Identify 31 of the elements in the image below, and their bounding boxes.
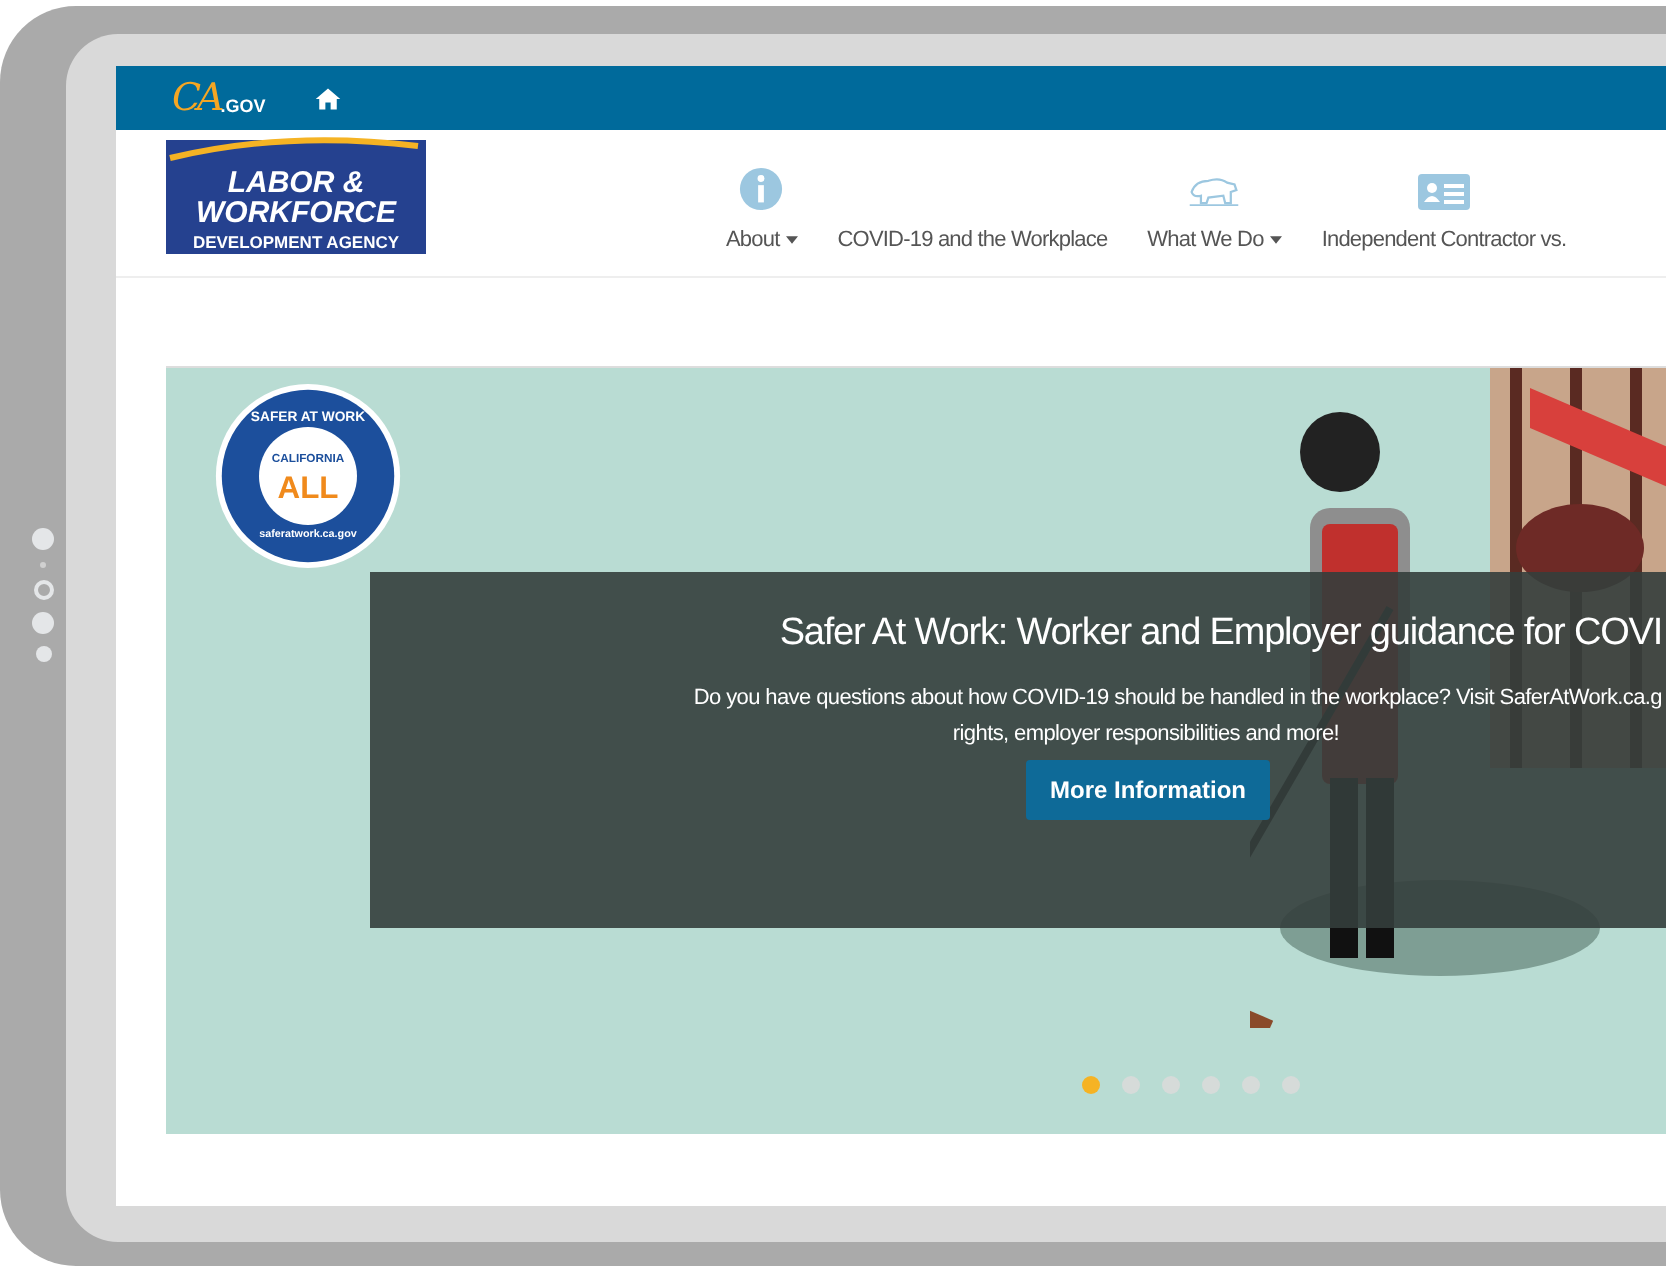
slide-text: rights, employer responsibilities and more! [952, 720, 1340, 750]
carousel-dot[interactable] [1082, 1076, 1100, 1094]
id-card-icon [1415, 172, 1472, 212]
sensor-icon [40, 562, 46, 568]
slide-title: Safer At Work: Worker and Employer guidance for COVI [779, 612, 1662, 656]
carousel-dot[interactable] [1162, 1076, 1180, 1094]
more-information-button[interactable]: More Information [1026, 760, 1270, 820]
slide-text: Do you have questions about how COVID-19 should be handled in the workplace? Visit SaferAtWork.ca.g [693, 684, 1662, 714]
info-icon [738, 166, 785, 212]
caret-icon [785, 236, 798, 244]
bear-icon [1186, 172, 1243, 212]
home-icon[interactable] [313, 85, 342, 111]
logo-text: WORKFORCE [196, 197, 396, 227]
caret-icon [1269, 236, 1282, 244]
side-button-icon [35, 646, 51, 662]
logo-text: DEVELOPMENT AGENCY [192, 233, 400, 250]
carousel-dot[interactable] [1282, 1076, 1300, 1094]
badge-word: ALL [277, 471, 339, 506]
carousel-dot[interactable] [1242, 1076, 1260, 1094]
agency-logo[interactable]: LABOR & WORKFORCE DEVELOPMENT AGENCY [166, 140, 426, 254]
nav-link[interactable]: What We Do [1147, 228, 1282, 252]
carousel-dot[interactable] [1202, 1076, 1220, 1094]
nav-link[interactable]: Independent Contractor vs. [1321, 228, 1567, 252]
logo-text: LABOR & [227, 167, 365, 197]
camera-icon [33, 580, 53, 600]
nav-link[interactable]: About [726, 228, 798, 252]
nav-link[interactable]: COVID-19 and the Workplace [837, 228, 1108, 252]
side-button-icon [32, 612, 54, 634]
ca-gov-logo[interactable]: CA.GOV [172, 76, 266, 120]
side-button-icon [32, 528, 54, 550]
carousel-dot[interactable] [1122, 1076, 1140, 1094]
